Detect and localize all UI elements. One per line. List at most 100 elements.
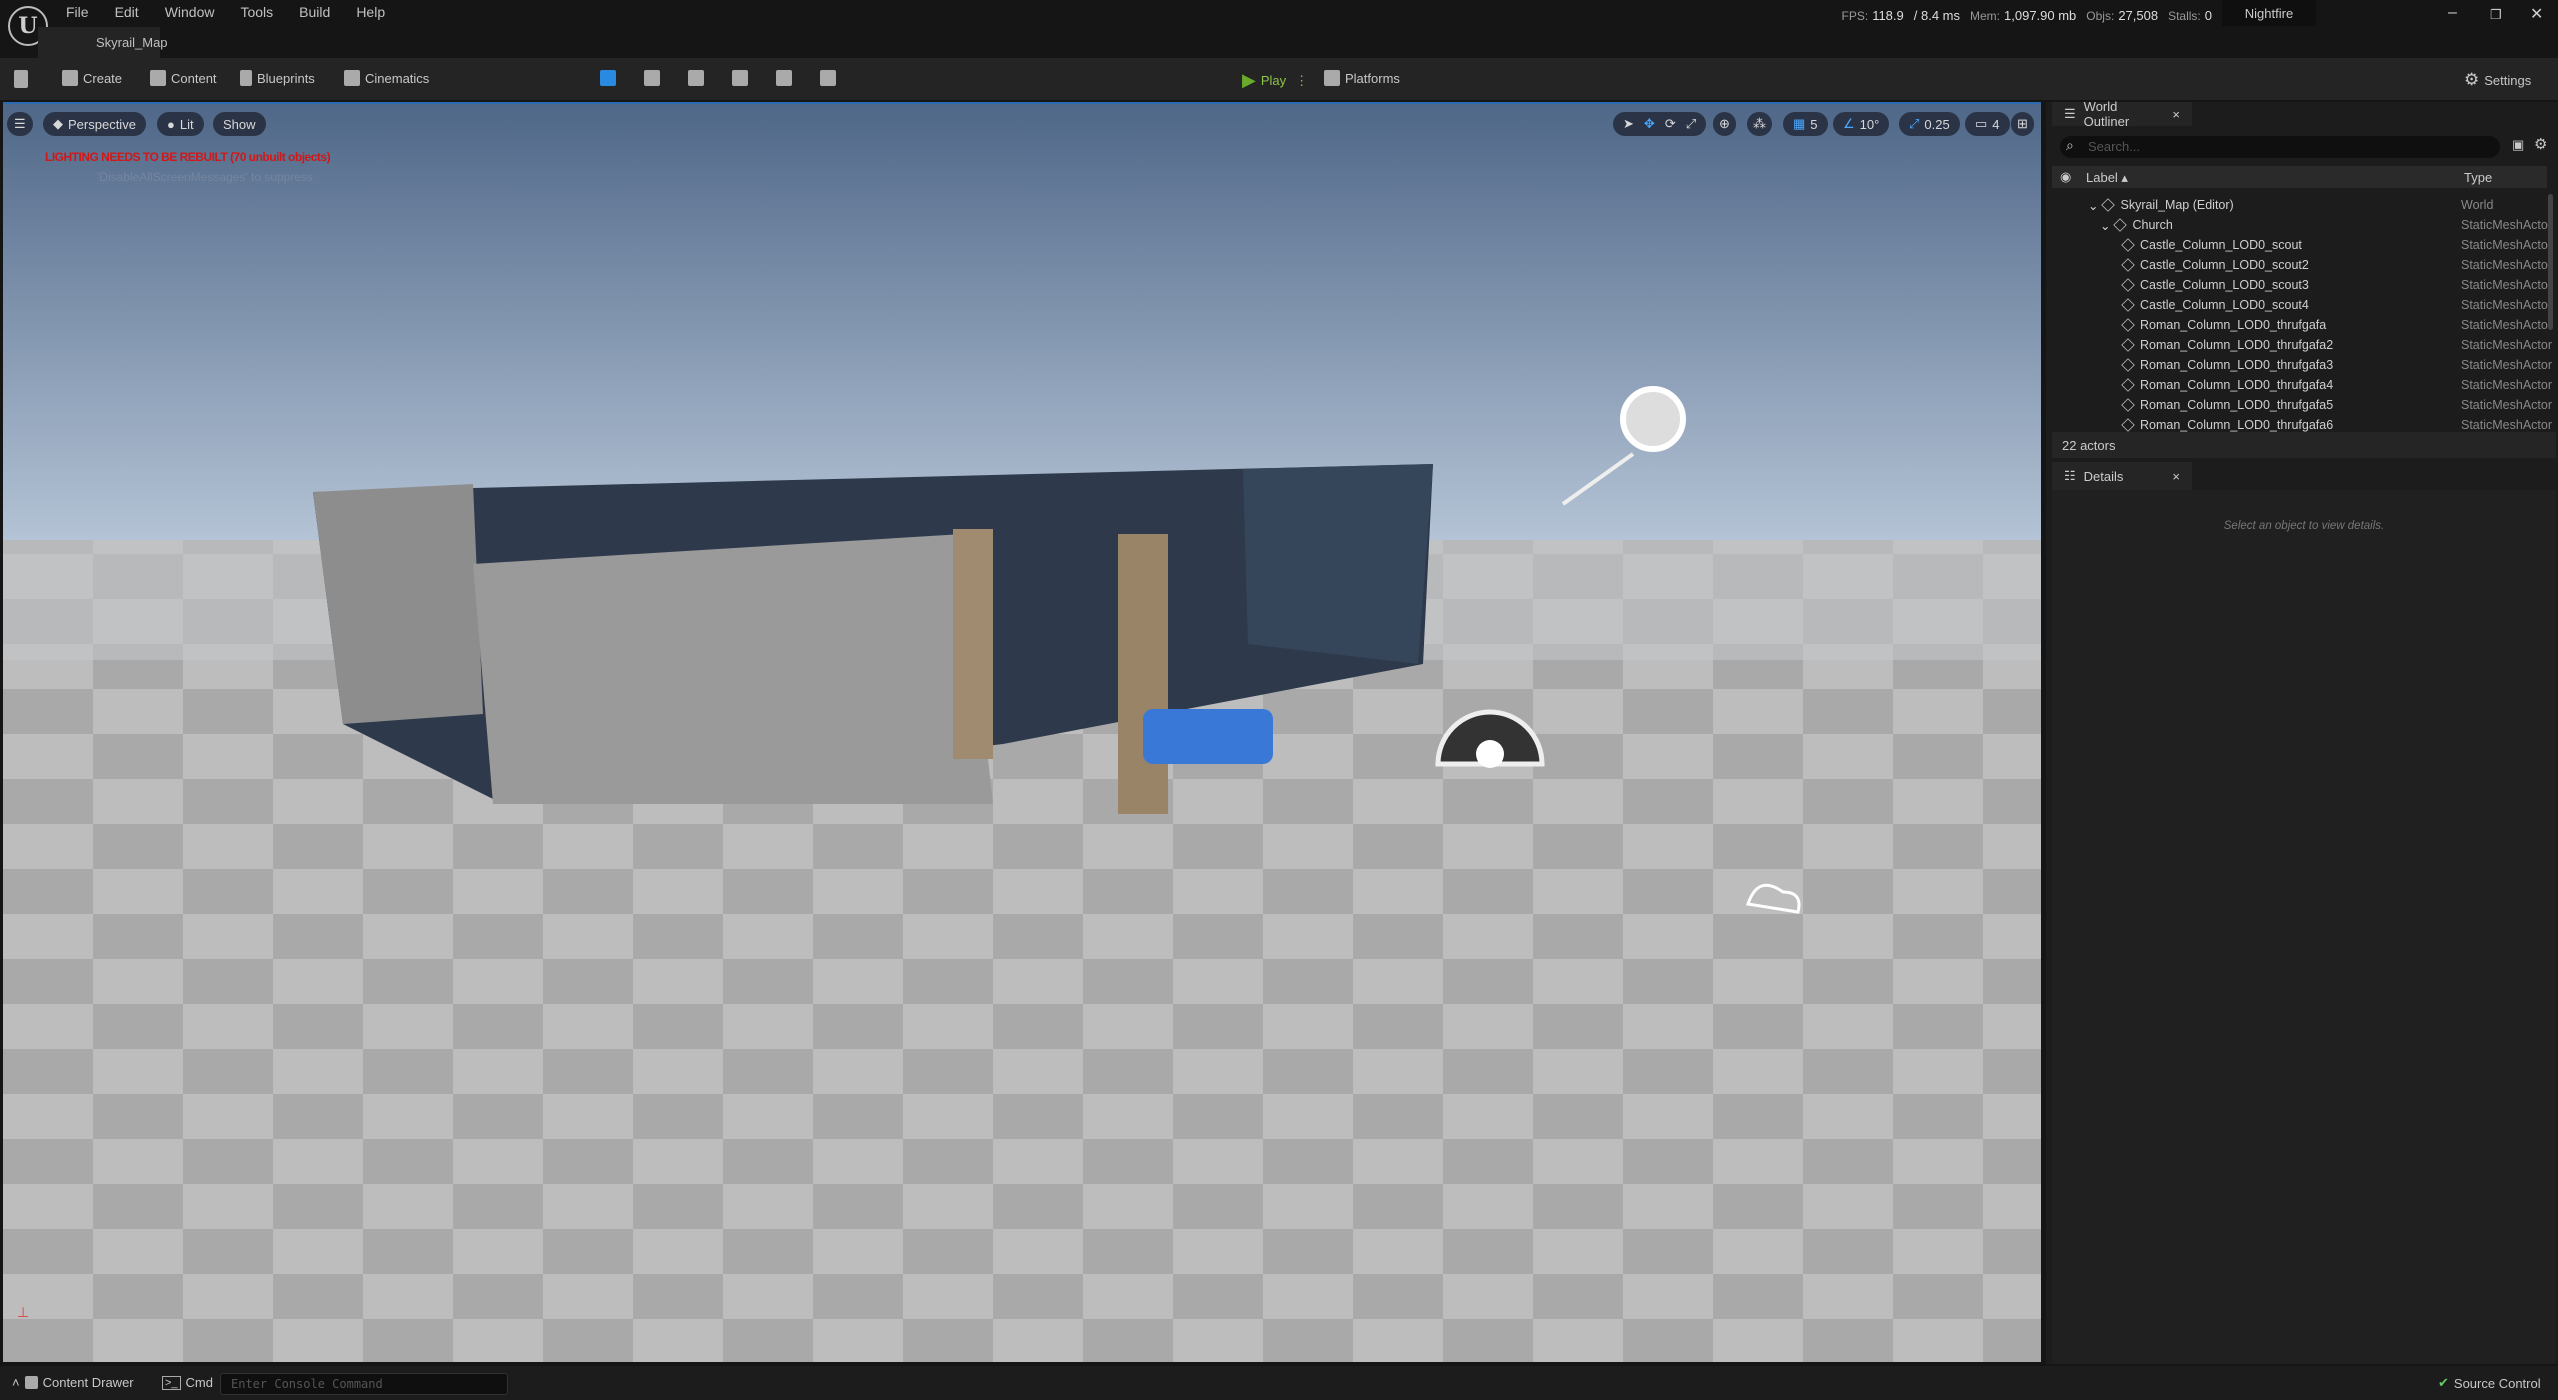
label-column-header[interactable]: Label ▴ <box>2086 170 2128 186</box>
outliner-row[interactable]: ⌄ Skyrail_Map (Editor) World <box>2052 195 2547 215</box>
row-type: StaticMeshActor <box>2461 378 2553 392</box>
outliner-row[interactable]: Roman_Column_LOD0_thrufgafa5 StaticMeshAc… <box>2052 395 2552 415</box>
cinematics-button[interactable]: Cinematics <box>344 70 429 86</box>
world-local-toggle[interactable]: ⊕ <box>1713 112 1736 136</box>
scale-icon[interactable]: ⤢ <box>1686 116 1696 132</box>
cinematics-icon <box>344 70 360 86</box>
row-label: Castle_Column_LOD0_scout3 <box>2140 278 2309 292</box>
create-label: Create <box>83 70 123 86</box>
row-label: Castle_Column_LOD0_scout2 <box>2140 258 2309 272</box>
landscape-mode-icon[interactable] <box>644 70 660 86</box>
fracture-mode-icon[interactable] <box>776 70 792 86</box>
menu-build[interactable]: Build <box>299 4 330 20</box>
tab-details[interactable]: ☷ Details × <box>2052 462 2192 490</box>
type-column-header[interactable]: Type <box>2464 170 2492 185</box>
row-label: Castle_Column_LOD0_scout4 <box>2140 298 2309 312</box>
add-folder-icon[interactable]: ▣ <box>2512 137 2524 153</box>
select-icon[interactable]: ➤ <box>1623 116 1634 132</box>
outliner-scrollbar[interactable] <box>2548 194 2553 330</box>
chevron-up-icon: ˄ <box>12 1375 20 1390</box>
static-mesh-icon <box>2121 318 2135 332</box>
outliner-row[interactable]: Roman_Column_LOD0_thrufgafa4 StaticMeshAc… <box>2052 375 2552 395</box>
outliner-row[interactable]: Castle_Column_LOD0_scout4 StaticMeshActor <box>2052 295 2552 315</box>
close-outliner-icon[interactable]: × <box>2172 107 2180 122</box>
save-icon[interactable] <box>14 70 28 88</box>
outliner-row[interactable]: Castle_Column_LOD0_scout StaticMeshActor <box>2052 235 2552 255</box>
lit-label: Lit <box>179 116 194 132</box>
settings-button[interactable]: ⚙ Settings <box>2464 70 2531 90</box>
outliner-row[interactable]: Roman_Column_LOD0_thrufgafa2 StaticMeshAc… <box>2052 335 2552 355</box>
row-type: StaticMeshActor <box>2461 358 2553 372</box>
menu-file[interactable]: File <box>66 4 89 20</box>
content-drawer-label: Content Drawer <box>42 1375 134 1390</box>
mesh-paint-mode-icon[interactable] <box>732 70 748 86</box>
console-command-input[interactable]: Enter Console Command <box>220 1373 508 1395</box>
source-control-button[interactable]: ✔ Source Control <box>2438 1375 2541 1391</box>
grid-snap-button[interactable]: ▦ 5 <box>1783 112 1828 136</box>
surface-snap-toggle[interactable]: ⁂ <box>1747 112 1772 136</box>
row-type: StaticMeshActor <box>2461 218 2553 232</box>
close-icon[interactable]: ✕ <box>2530 4 2543 24</box>
select-mode-icon[interactable] <box>600 70 616 86</box>
viewport-menu-button[interactable]: ☰ <box>7 112 33 136</box>
status-bar: ˄ Content Drawer >_ Cmd Enter Console Comm… <box>0 1366 2558 1400</box>
globe-icon: ⊕ <box>1719 116 1730 131</box>
cmd-label: Cmd <box>185 1375 213 1390</box>
play-button[interactable]: ▶ Play ⋮ <box>1242 70 1308 91</box>
project-name: Nightfire <box>2222 0 2316 26</box>
outliner-row[interactable]: Roman_Column_LOD0_thrufgafa StaticMeshAct… <box>2052 315 2552 335</box>
surface-snap-icon: ⁂ <box>1753 116 1766 131</box>
platforms-button[interactable]: Platforms <box>1324 70 1400 86</box>
cmd-button[interactable]: >_ Cmd <box>162 1375 213 1390</box>
lit-sphere-icon: ● <box>167 116 175 132</box>
content-button[interactable]: Content <box>150 70 217 86</box>
modeling-mode-icon[interactable] <box>820 70 836 86</box>
play-options-icon[interactable]: ⋮ <box>1295 73 1308 89</box>
foliage-mode-icon[interactable] <box>688 70 704 86</box>
restore-icon[interactable]: ❐ <box>2490 7 2502 23</box>
menu-help[interactable]: Help <box>356 4 385 20</box>
outliner-row[interactable]: Castle_Column_LOD0_scout3 StaticMeshActor <box>2052 275 2552 295</box>
rotation-snap-button[interactable]: ∠ 10° <box>1833 112 1890 136</box>
scale-snap-button[interactable]: ⤢ 0.25 <box>1899 112 1960 136</box>
visibility-eye-icon[interactable]: ◉ <box>2060 169 2071 185</box>
minimize-icon[interactable]: – <box>2448 4 2457 22</box>
frame-ms: / 8.4 ms <box>1913 8 1961 23</box>
close-details-icon[interactable]: × <box>2172 469 2180 484</box>
level-viewport[interactable]: ☰ ◆ Perspective ● Lit Show LIGHTING NEEDS … <box>3 102 2041 1362</box>
menu-window[interactable]: Window <box>165 4 215 20</box>
content-drawer-button[interactable]: ˄ Content Drawer <box>12 1375 134 1390</box>
terminal-icon: >_ <box>162 1375 181 1390</box>
expand-chevron-icon[interactable]: ⌄ <box>2100 218 2110 233</box>
expand-chevron-icon[interactable]: ⌄ <box>2088 198 2098 213</box>
source-control-label: Source Control <box>2453 1375 2541 1391</box>
view-mode-button[interactable]: ● Lit <box>157 112 204 136</box>
right-panel: ☰ World Outliner × Search... ⌕ ▣ ⚙ ◉ Label… <box>2046 99 2558 1364</box>
row-label: Roman_Column_LOD0_thrufgafa6 <box>2140 418 2334 432</box>
camera-speed-button[interactable]: ▭ 4 <box>1965 112 2010 136</box>
static-mesh-icon <box>2121 338 2135 352</box>
translate-icon[interactable]: ✥ <box>1644 116 1655 132</box>
static-mesh-icon <box>2121 398 2135 412</box>
outliner-row[interactable]: ⌄ Church StaticMeshActor <box>2052 215 2552 235</box>
angle-icon: ∠ <box>1843 116 1855 131</box>
perspective-label: Perspective <box>68 116 136 132</box>
menu-edit[interactable]: Edit <box>115 4 139 20</box>
outliner-search-input[interactable]: Search... <box>2060 136 2500 158</box>
perspective-button[interactable]: ◆ Perspective <box>43 112 146 136</box>
rotate-icon[interactable]: ⟳ <box>1665 116 1676 132</box>
outliner-row[interactable]: Castle_Column_LOD0_scout2 StaticMeshActor <box>2052 255 2552 275</box>
tab-world-outliner[interactable]: ☰ World Outliner × <box>2052 99 2192 129</box>
row-type: StaticMeshActor <box>2461 278 2553 292</box>
create-button[interactable]: Create <box>62 70 122 86</box>
outliner-settings-icon[interactable]: ⚙ <box>2534 135 2547 153</box>
show-button[interactable]: Show <box>213 112 266 136</box>
menu-tools[interactable]: Tools <box>240 4 273 20</box>
blueprints-button[interactable]: Blueprints <box>240 70 315 86</box>
map-tab[interactable]: Skyrail_Map <box>38 27 168 58</box>
objs-value: 27,508 <box>2118 8 2159 23</box>
outliner-row[interactable]: Roman_Column_LOD0_thrufgafa3 StaticMeshAc… <box>2052 355 2552 375</box>
grid-value: 5 <box>1810 116 1818 132</box>
scene-render <box>3 104 2041 1362</box>
viewport-layout-button[interactable]: ⊞ <box>2011 112 2034 136</box>
